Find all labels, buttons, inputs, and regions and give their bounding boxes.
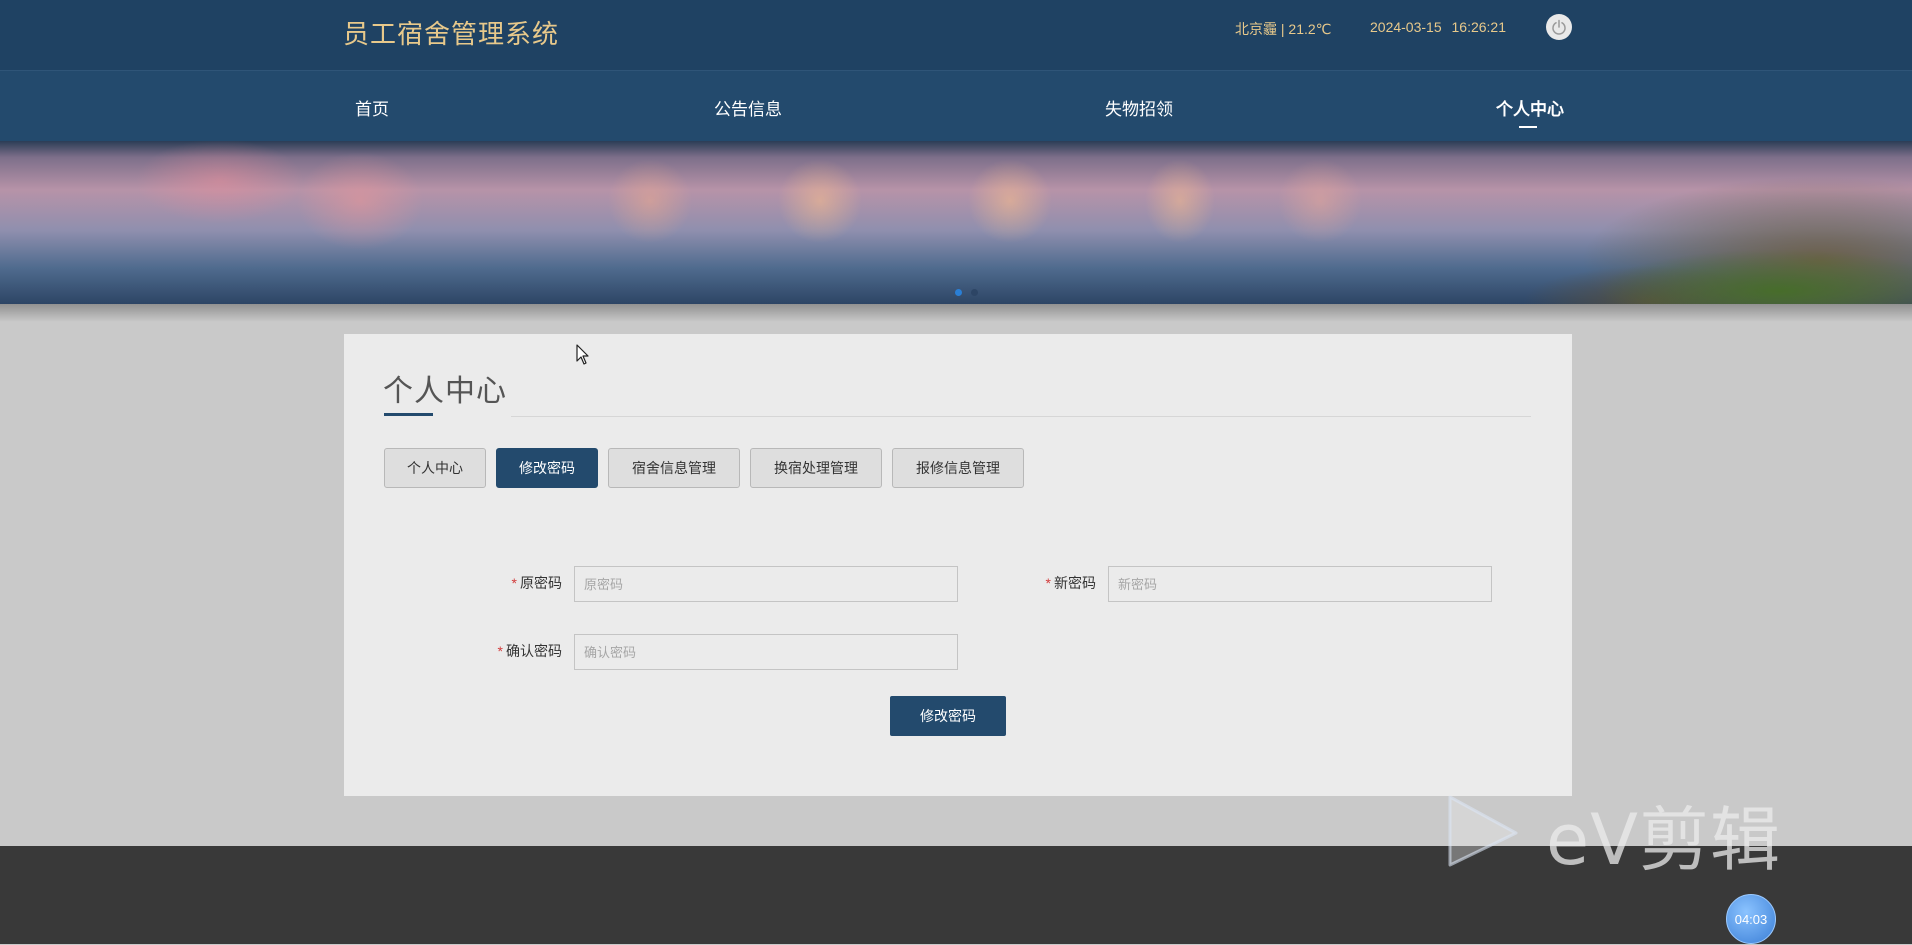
tab-change-password[interactable]: 修改密码 [496, 448, 598, 488]
main-nav: 首页 公告信息 失物招领 个人中心 [0, 71, 1912, 141]
required-mark: * [1045, 575, 1051, 591]
tab-dorm-info[interactable]: 宿舍信息管理 [608, 448, 740, 488]
nav-item-personal-center[interactable]: 个人中心 [1496, 95, 1564, 120]
nav-active-indicator [1519, 126, 1537, 128]
nav-item-lost-found[interactable]: 失物招领 [1105, 95, 1173, 120]
power-icon [1552, 19, 1566, 35]
tab-personal-center[interactable]: 个人中心 [384, 448, 486, 488]
tab-dorm-transfer[interactable]: 换宿处理管理 [750, 448, 882, 488]
banner-shadow [0, 304, 1912, 322]
nav-item-home[interactable]: 首页 [355, 95, 389, 120]
title-divider [511, 416, 1531, 417]
mouse-cursor-icon [576, 344, 589, 365]
title-underline [384, 413, 433, 416]
tab-repair-info[interactable]: 报修信息管理 [892, 448, 1024, 488]
new-password-input[interactable] [1108, 566, 1492, 602]
banner-carousel [0, 141, 1912, 304]
recording-timer[interactable]: 04:03 [1726, 894, 1776, 944]
required-mark: * [497, 643, 503, 659]
watermark-play-icon [1448, 795, 1518, 867]
top-header: 员工宿舍管理系统 北京霾 | 21.2℃ 2024-03-15 16:26:21 [0, 0, 1912, 71]
old-password-input[interactable] [574, 566, 958, 602]
weather-info: 北京霾 | 21.2℃ [1235, 21, 1332, 37]
carousel-dot[interactable] [971, 289, 978, 296]
logout-button[interactable] [1546, 14, 1572, 40]
old-password-label: * 原密码 [511, 575, 562, 591]
confirm-password-input[interactable] [574, 634, 958, 670]
watermark-text: eV剪辑 [1546, 799, 1781, 881]
current-datetime: 2024-03-15 16:26:21 [1370, 19, 1506, 35]
app-title: 员工宿舍管理系统 [343, 19, 560, 49]
new-password-label: * 新密码 [1045, 575, 1096, 591]
nav-item-announcements[interactable]: 公告信息 [714, 95, 782, 120]
page-title: 个人中心 [383, 375, 507, 408]
confirm-password-label: * 确认密码 [497, 643, 562, 659]
change-password-button[interactable]: 修改密码 [890, 696, 1006, 736]
required-mark: * [511, 575, 517, 591]
carousel-dot[interactable] [955, 289, 962, 296]
